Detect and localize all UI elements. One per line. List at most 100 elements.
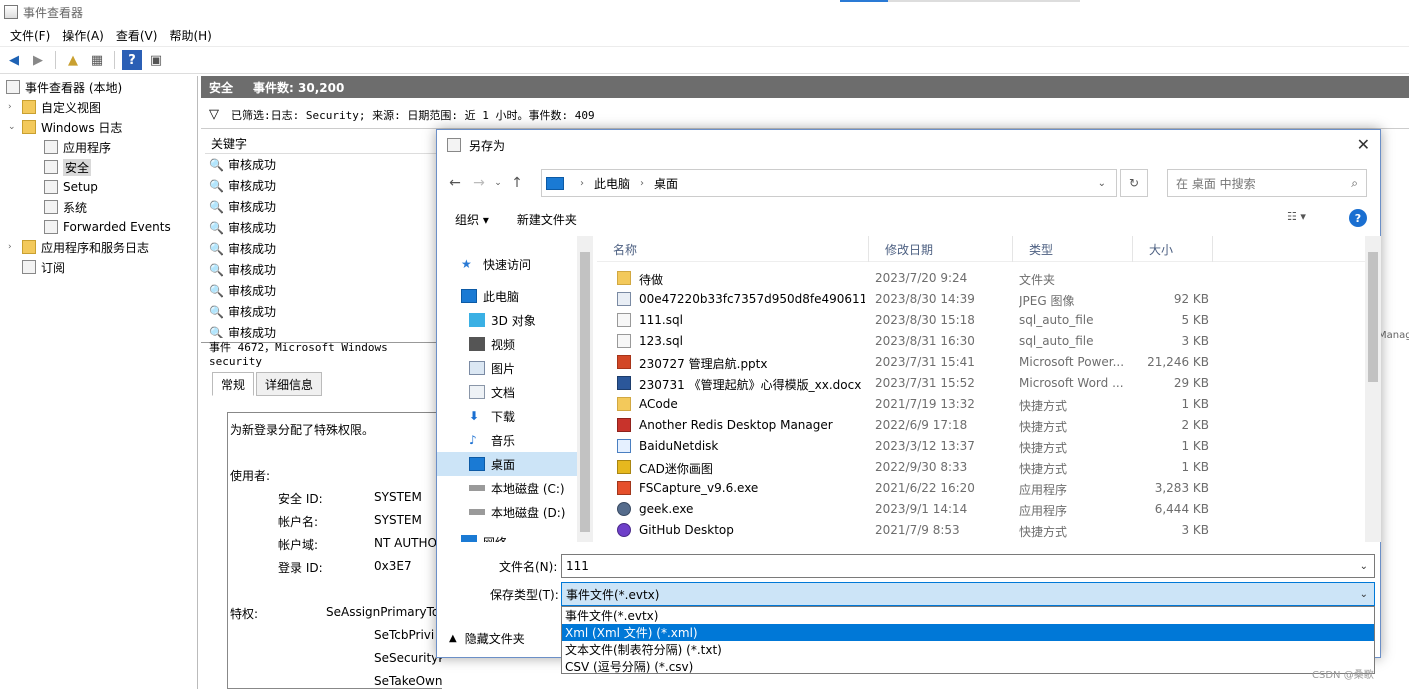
breadcrumb-chevron-icon[interactable]: › [580, 178, 584, 189]
chevron-down-icon[interactable]: ⌄ [1360, 561, 1368, 572]
tab-details[interactable]: 详细信息 [256, 372, 323, 396]
file-name: 111.sql [639, 313, 683, 327]
show-hide-tree-icon[interactable]: ▦ [87, 50, 107, 70]
column-name[interactable]: 名称 [597, 236, 869, 262]
column-date-modified[interactable]: 修改日期 [869, 236, 1013, 262]
breadcrumb-this-pc[interactable]: 此电脑 [594, 175, 630, 192]
filetype-option-evtx[interactable]: 事件文件(*.evtx) [562, 607, 1374, 624]
event-row[interactable]: 🔍 审核成功 [205, 238, 440, 259]
refresh-icon[interactable]: ↻ [1120, 169, 1148, 197]
nav-documents[interactable]: 文档 [437, 380, 577, 404]
breadcrumb-desktop[interactable]: 桌面 [654, 175, 678, 192]
file-row[interactable]: geek.exe 2023/9/1 14:14 应用程序 6,444 KB [597, 499, 1365, 520]
column-keywords[interactable]: 关键字 [205, 134, 440, 154]
event-row[interactable]: 🔍 审核成功 [205, 196, 440, 217]
filetype-select[interactable]: 事件文件(*.evtx) ⌄ [561, 582, 1375, 606]
tree-item-windows-logs[interactable]: ⌄ Windows 日志 [8, 117, 122, 137]
event-row[interactable]: 🔍 审核成功 [205, 322, 440, 339]
chevron-down-icon[interactable]: ⌄ [1360, 589, 1368, 600]
file-row[interactable]: BaiduNetdisk 2023/3/12 13:37 快捷方式 1 KB [597, 436, 1365, 457]
file-row[interactable]: 230731 《管理起航》心得模版_xx.docx 2023/7/31 15:52… [597, 373, 1365, 394]
nav-drive-d[interactable]: 本地磁盘 (D:) [437, 500, 577, 524]
menu-action[interactable]: 操作(A) [56, 27, 110, 44]
tree-item-forwarded-events[interactable]: Forwarded Events [44, 217, 171, 237]
scroll-thumb[interactable] [1368, 252, 1378, 382]
file-list-scrollbar[interactable] [1365, 236, 1381, 542]
collapse-icon[interactable]: ⌄ [8, 122, 18, 132]
search-icon[interactable]: ⌕ [1351, 176, 1358, 191]
back-arrow-icon[interactable]: ← [443, 175, 467, 191]
filetype-option-xml[interactable]: Xml (Xml 文件) (*.xml) [562, 624, 1374, 641]
show-action-pane-icon[interactable]: ▣ [146, 50, 166, 70]
tree-item-security[interactable]: 安全 [44, 157, 92, 177]
nav-drive-c[interactable]: 本地磁盘 (C:) [437, 476, 577, 500]
nav-3d-objects[interactable]: 3D 对象 [437, 308, 577, 332]
forward-arrow-icon[interactable]: ▶ [28, 50, 48, 70]
file-row[interactable]: Another Redis Desktop Manager 2022/6/9 17… [597, 415, 1365, 436]
file-date: 2023/7/31 15:41 [875, 355, 975, 369]
event-row[interactable]: 🔍 审核成功 [205, 280, 440, 301]
event-description: 为新登录分配了特殊权限。 使用者: 安全 ID: SYSTEM 帐户名: SYS… [227, 412, 442, 689]
nav-videos[interactable]: 视频 [437, 332, 577, 356]
nav-network[interactable]: 网络 [437, 530, 577, 542]
column-size[interactable]: 大小 [1133, 236, 1213, 262]
subscription-icon [22, 260, 36, 274]
close-icon[interactable]: ✕ [1357, 135, 1370, 154]
filetype-option-txt[interactable]: 文本文件(制表符分隔) (*.txt) [562, 641, 1374, 658]
tree-item-application[interactable]: 应用程序 [44, 137, 111, 157]
file-row[interactable]: FSCapture_v9.6.exe 2021/6/22 16:20 应用程序 3,2… [597, 478, 1365, 499]
breadcrumb-chevron-icon[interactable]: › [640, 178, 644, 189]
nav-downloads[interactable]: ⬇ 下载 [437, 404, 577, 428]
address-bar[interactable]: › 此电脑 › 桌面 ⌄ ↻ [541, 169, 1148, 197]
tree-item-setup[interactable]: Setup [44, 177, 98, 197]
menu-file[interactable]: 文件(F) [4, 27, 56, 44]
tab-general[interactable]: 常规 [212, 372, 255, 396]
file-row[interactable]: 123.sql 2023/8/31 16:30 sql_auto_file 3 KB [597, 331, 1365, 352]
organize-button[interactable]: 组织 ▾ [455, 211, 489, 228]
file-row[interactable]: 230727 管理启航.pptx 2023/7/31 15:41 Microsoft… [597, 352, 1365, 373]
nav-quick-access[interactable]: ★ 快速访问 [437, 252, 577, 276]
column-type[interactable]: 类型 [1013, 236, 1133, 262]
privilege-value: SeSecurityPrivilege [374, 651, 442, 665]
file-row[interactable]: 待做 2023/7/20 9:24 文件夹 [597, 268, 1365, 289]
help-icon[interactable]: ? [122, 50, 142, 70]
event-row[interactable]: 🔍 审核成功 [205, 217, 440, 238]
scroll-thumb[interactable] [580, 252, 590, 532]
nav-desktop[interactable]: 桌面 [437, 452, 577, 476]
view-options-icon[interactable]: ☷ ▾ [1287, 210, 1306, 223]
menu-view[interactable]: 查看(V) [110, 27, 164, 44]
hide-folders-toggle[interactable]: ▲ 隐藏文件夹 [449, 630, 525, 647]
tree-item-custom-views[interactable]: › 自定义视图 [8, 97, 101, 117]
menu-help[interactable]: 帮助(H) [163, 27, 217, 44]
file-row[interactable]: CAD迷你画图 2022/9/30 8:33 快捷方式 1 KB [597, 457, 1365, 478]
event-row[interactable]: 🔍 审核成功 [205, 154, 440, 175]
event-row[interactable]: 🔍 审核成功 [205, 301, 440, 322]
tree-item-system[interactable]: 系统 [44, 197, 87, 217]
file-row[interactable]: GitHub Desktop 2021/7/9 8:53 快捷方式 3 KB [597, 520, 1365, 541]
up-folder-icon[interactable]: ▲ [63, 50, 83, 70]
up-arrow-icon[interactable]: ↑ [505, 175, 529, 191]
event-row[interactable]: 🔍 审核成功 [205, 259, 440, 280]
file-row[interactable]: ACode 2021/7/19 13:32 快捷方式 1 KB [597, 394, 1365, 415]
search-input[interactable]: 在 桌面 中搜索 ⌕ [1167, 169, 1367, 197]
address-dropdown-icon[interactable]: ⌄ [1098, 178, 1106, 189]
nav-pictures[interactable]: 图片 [437, 356, 577, 380]
nav-scrollbar[interactable] [577, 236, 593, 542]
filename-input[interactable]: 111 ⌄ [561, 554, 1375, 578]
recent-locations-icon[interactable]: ⌄ [491, 178, 505, 188]
back-arrow-icon[interactable]: ◀ [4, 50, 24, 70]
filetype-option-csv[interactable]: CSV (逗号分隔) (*.csv) [562, 658, 1374, 675]
new-folder-button[interactable]: 新建文件夹 [517, 211, 577, 228]
nav-this-pc[interactable]: 此电脑 [437, 284, 577, 308]
file-row[interactable]: 00e47220b33fc7357d950d8fe490611... 2023/8… [597, 289, 1365, 310]
nav-music[interactable]: ♪ 音乐 [437, 428, 577, 452]
tree-item-root[interactable]: 事件查看器 (本地) [6, 77, 122, 97]
expand-icon[interactable]: › [8, 102, 18, 112]
file-row[interactable]: 111.sql 2023/8/30 15:18 sql_auto_file 5 KB [597, 310, 1365, 331]
forward-arrow-icon[interactable]: → [467, 175, 491, 191]
help-icon[interactable]: ? [1349, 209, 1367, 227]
tree-item-app-service-logs[interactable]: › 应用程序和服务日志 [8, 237, 149, 257]
event-row[interactable]: 🔍 审核成功 [205, 175, 440, 196]
expand-icon[interactable]: › [8, 242, 18, 252]
tree-item-subscriptions[interactable]: 订阅 [22, 257, 65, 277]
